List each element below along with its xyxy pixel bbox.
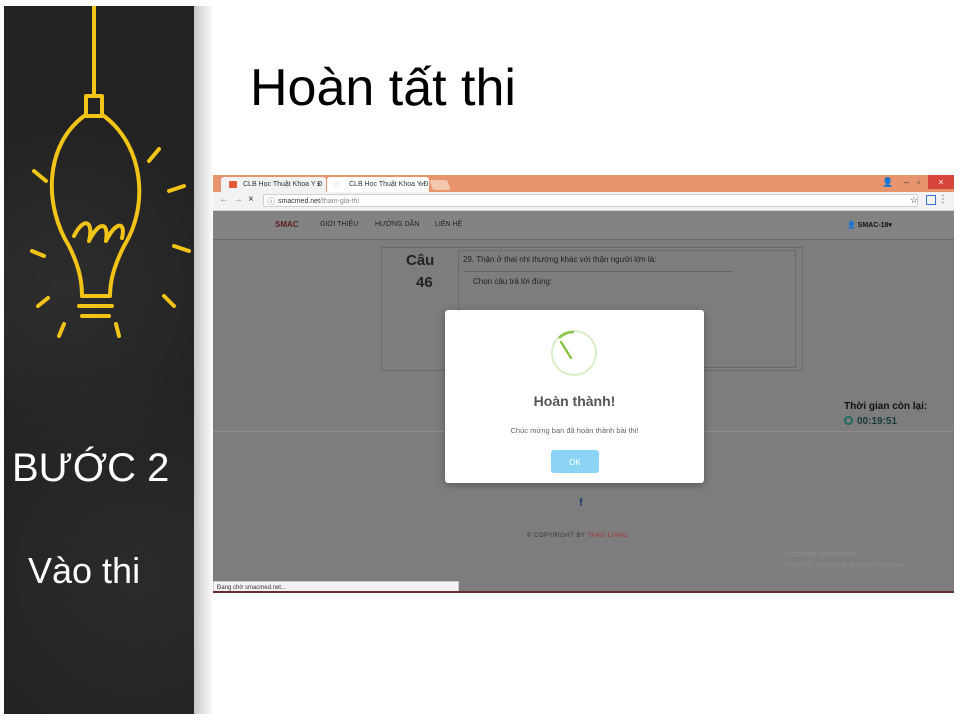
site-navbar: SMAC GIỚI THIỆU HƯỚNG DẪN LIÊN HỆ 👤 SMAC… bbox=[213, 211, 954, 240]
site-logo[interactable]: SMAC bbox=[275, 220, 299, 229]
slide-title: Hoàn tất thi bbox=[250, 59, 516, 117]
url-path: /tham-gia-thi bbox=[320, 198, 359, 205]
bookmark-star-icon[interactable]: ☆ bbox=[910, 195, 918, 206]
favicon-icon bbox=[229, 181, 237, 188]
user-menu[interactable]: 👤 SMAC-18▾ bbox=[847, 221, 892, 229]
lightbulb-icon bbox=[30, 6, 191, 338]
copyright-label: © COPYRIGHT BY bbox=[527, 533, 586, 539]
question-number: 46 bbox=[416, 274, 433, 291]
back-icon[interactable]: ← bbox=[219, 194, 229, 205]
maximize-icon[interactable]: ▫ bbox=[917, 177, 920, 187]
sidebar-shadow bbox=[194, 6, 214, 714]
tab-label: CLB Học Thuật Khoa Y Đ bbox=[349, 181, 429, 188]
browser-tab-active[interactable]: ◌ CLB Học Thuật Khoa Y Đ × bbox=[327, 177, 429, 192]
copyright-author[interactable]: TANG LIANG bbox=[587, 533, 628, 539]
success-dialog: Hoàn thành! Chúc mừng bạn đã hoàn thành … bbox=[445, 310, 704, 483]
bottom-border bbox=[213, 591, 954, 593]
dialog-title: Hoàn thành! bbox=[533, 393, 616, 409]
url-input[interactable]: ⓘ smacmed.net/tham-gia-thi bbox=[263, 194, 918, 207]
question-text: 29. Thận ở thai nhi thường khác với thận… bbox=[463, 255, 657, 264]
nav-item-gioi-thieu[interactable]: GIỚI THIỆU bbox=[320, 221, 358, 228]
step-title: BƯỚC 2 bbox=[12, 446, 170, 490]
loading-icon: ◌ bbox=[334, 180, 339, 189]
nav-item-lien-he[interactable]: LIÊN HỆ bbox=[435, 221, 462, 228]
timer-value-row: 00:19:51 bbox=[844, 416, 897, 427]
caret-down-icon: ▾ bbox=[888, 222, 892, 229]
close-tab-icon[interactable]: × bbox=[316, 177, 321, 192]
extension-icon[interactable] bbox=[926, 195, 936, 205]
browser-tab-bar: CLB Học Thuật Khoa Y Đ × ◌ CLB Học Thuật… bbox=[213, 175, 954, 192]
user-icon: 👤 bbox=[847, 222, 858, 229]
new-tab-button[interactable] bbox=[429, 180, 451, 190]
question-label: Câu bbox=[406, 252, 435, 269]
spinner-arc-icon bbox=[558, 330, 575, 360]
user-name: SMAC-18 bbox=[857, 222, 889, 229]
browser-tab[interactable]: CLB Học Thuật Khoa Y Đ × bbox=[221, 177, 326, 192]
stop-icon[interactable]: × bbox=[248, 194, 254, 205]
info-icon: ⓘ bbox=[267, 197, 275, 206]
menu-icon[interactable]: ⋮ bbox=[938, 194, 948, 205]
forward-icon[interactable]: → bbox=[233, 194, 243, 205]
clock-icon bbox=[844, 416, 853, 425]
address-bar-row: ← → × ⓘ smacmed.net/tham-gia-thi ☆ ⋮ bbox=[213, 192, 954, 211]
nav-item-huong-dan[interactable]: HƯỚNG DẪN bbox=[375, 221, 419, 228]
minimize-icon[interactable]: – bbox=[904, 177, 909, 187]
question-instruction: Chọn câu trả lời đúng: bbox=[473, 277, 553, 286]
url-host: smacmed.net bbox=[278, 198, 321, 205]
window-close-icon[interactable]: × bbox=[928, 175, 954, 189]
step-subtitle: Vào thi bbox=[28, 550, 141, 591]
timer-label: Thời gian còn lại: bbox=[844, 401, 928, 412]
timer-value: 00:19:51 bbox=[857, 416, 898, 427]
facebook-icon[interactable]: f bbox=[579, 497, 583, 509]
divider bbox=[463, 271, 733, 272]
ok-button[interactable]: OK bbox=[551, 450, 599, 473]
dialog-message: Chúc mừng bạn đã hoàn thành bài thi! bbox=[510, 426, 639, 435]
copyright-text: © COPYRIGHT BY TANG LIANG bbox=[527, 533, 628, 539]
tab-label: CLB Học Thuật Khoa Y Đ bbox=[243, 181, 323, 188]
activation-watermark-text: Go to PC settings to activate Windows. bbox=[785, 562, 906, 569]
activation-watermark-title: Activate Windows bbox=[785, 549, 857, 559]
profile-icon[interactable]: 👤 bbox=[882, 177, 893, 188]
close-tab-icon[interactable]: × bbox=[419, 177, 424, 192]
browser-screenshot: CLB Học Thuật Khoa Y Đ × ◌ CLB Học Thuật… bbox=[213, 175, 954, 593]
sidebar-panel: BƯỚC 2 Vào thi bbox=[4, 6, 194, 714]
